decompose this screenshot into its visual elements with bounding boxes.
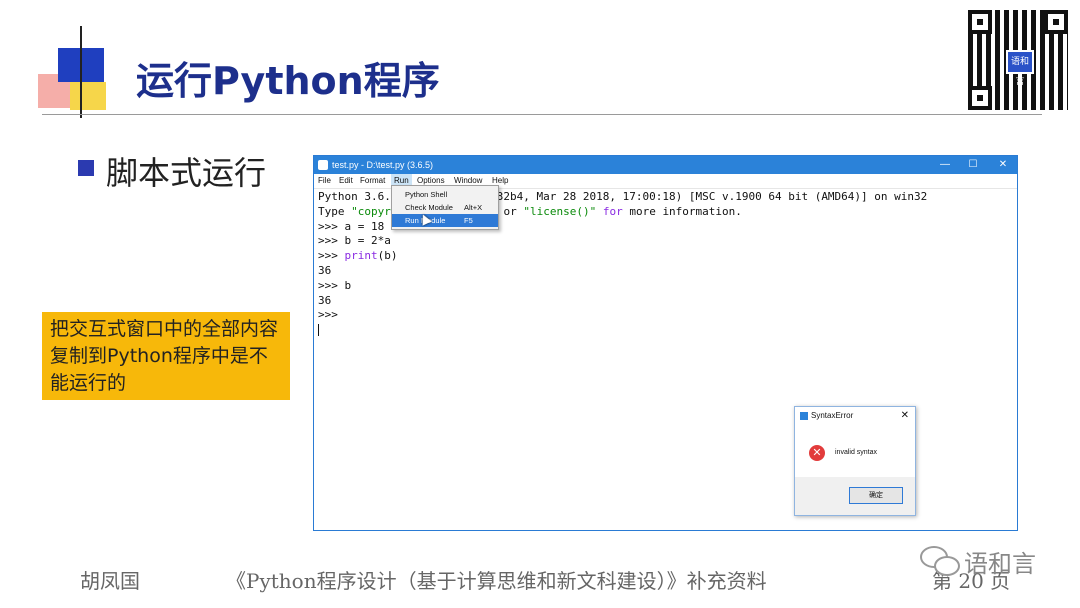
decoration-vertical-line (80, 26, 82, 118)
footer-book-title: 《Python程序设计（基于计算思维和新文科建设）》补充资料 (226, 569, 767, 593)
footer-author: 胡凤国 (80, 569, 140, 593)
menu-format[interactable]: Format (357, 174, 388, 188)
menu-item-check-module[interactable]: Check Module Alt+X (392, 201, 498, 214)
wechat-watermark: 语和言 (918, 540, 1058, 584)
dialog-app-icon (800, 412, 808, 420)
code-line: >>> b = 2*a (318, 234, 391, 248)
window-title: test.py - D:\test.py (3.6.5) (332, 160, 434, 170)
dialog-titlebar[interactable]: SyntaxError ✕ (795, 407, 915, 425)
dialog-footer: 确定 (795, 477, 915, 515)
code-line: 36 (318, 293, 332, 307)
run-menu-dropdown: Python Shell Check Module Alt+X Run Modu… (391, 185, 499, 230)
qr-logo: 语和言 (1006, 50, 1034, 87)
decoration-yellow-square (70, 82, 106, 110)
dialog-title: SyntaxError (811, 411, 854, 420)
python-app-icon (318, 160, 328, 170)
maximize-button[interactable]: ☐ (958, 156, 988, 174)
bullet-icon (78, 160, 94, 176)
code-line: >>> print(b) (318, 249, 398, 263)
minimize-button[interactable]: — (930, 156, 960, 174)
bullet-text: 脚本式运行 (106, 154, 267, 192)
syntax-error-dialog: SyntaxError ✕ ✕ invalid syntax 确定 (794, 406, 916, 516)
dialog-close-icon[interactable]: ✕ (901, 407, 909, 425)
text-cursor (318, 324, 319, 336)
menu-item-python-shell[interactable]: Python Shell (392, 188, 498, 201)
qr-code-image: 语和言 (968, 10, 1068, 110)
code-line: >>> (318, 308, 338, 322)
wechat-icon-bubble (934, 556, 960, 576)
title-divider (42, 114, 1042, 115)
ok-button[interactable]: 确定 (849, 487, 903, 504)
error-message: invalid syntax (835, 449, 878, 456)
code-line: >>> b (318, 278, 352, 292)
menu-item-run-module[interactable]: Run Module F5 (392, 214, 498, 227)
wechat-account-name: 语和言 (964, 550, 1036, 578)
error-icon: ✕ (809, 445, 825, 461)
note-box: 把交互式窗口中的全部内容复制到Python程序中是不能运行的 (42, 312, 290, 400)
code-line: 36 (318, 263, 332, 277)
window-titlebar[interactable]: test.py - D:\test.py (3.6.5) — ☐ ✕ (314, 156, 1017, 174)
slide-title: 运行Python程序 (136, 59, 440, 103)
menu-edit[interactable]: Edit (336, 174, 356, 188)
menu-file[interactable]: File (315, 174, 334, 188)
close-button[interactable]: ✕ (988, 156, 1018, 174)
